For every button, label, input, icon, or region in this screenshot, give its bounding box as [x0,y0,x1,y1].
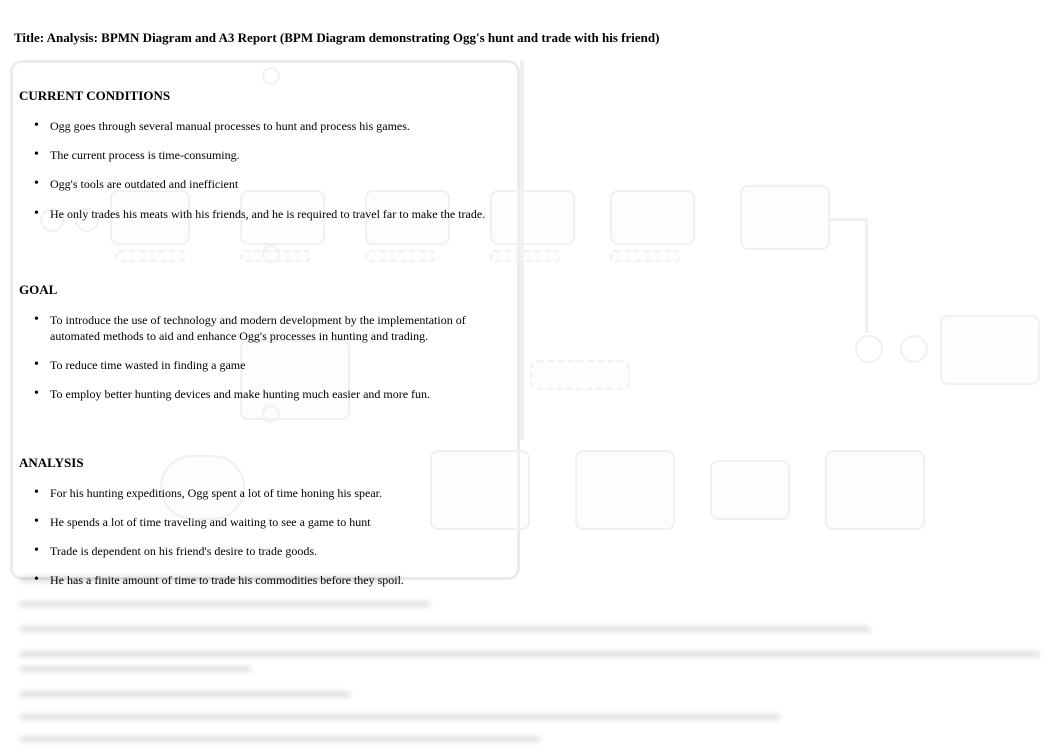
section-goal: GOAL To introduce the use of technology … [14,282,1048,403]
list-item: Ogg goes through several manual processe… [34,118,494,134]
list-analysis: For his hunting expeditions, Ogg spent a… [34,485,1048,589]
heading-current-conditions: CURRENT CONDITIONS [19,88,1048,104]
list-item: He only trades his meats with his friend… [34,206,494,222]
section-current-conditions: CURRENT CONDITIONS Ogg goes through seve… [14,88,1048,222]
list-item: The current process is time-consuming. [34,147,494,163]
list-goal: To introduce the use of technology and m… [34,312,1048,403]
blurred-line: ▬▬▬▬▬▬▬▬▬▬▬▬▬▬▬▬▬▬▬▬▬▬▬▬▬▬▬▬▬▬▬▬▬▬▬▬▬▬▬▬… [20,730,540,745]
list-item: To introduce the use of technology and m… [34,312,494,344]
blurred-line: ▬▬▬▬▬▬▬▬▬▬▬▬▬▬▬▬▬▬▬▬ [20,660,250,675]
list-item: To reduce time wasted in finding a game [34,357,494,373]
list-item: He spends a lot of time traveling and wa… [34,514,494,530]
blurred-line: ▬▬▬▬▬▬▬▬▬▬▬▬▬▬▬▬▬▬▬▬▬▬▬▬▬▬▬▬▬▬▬ [20,685,350,700]
list-item: He has a finite amount of time to trade … [34,572,494,588]
document-content: Title: Analysis: BPMN Diagram and A3 Rep… [0,0,1062,662]
list-current-conditions: Ogg goes through several manual processe… [34,118,1048,222]
list-item: Ogg's tools are outdated and inefficient [34,176,494,192]
page-title: Title: Analysis: BPMN Diagram and A3 Rep… [14,30,1048,46]
heading-analysis: ANALYSIS [19,455,1048,471]
list-item: For his hunting expeditions, Ogg spent a… [34,485,494,501]
heading-goal: GOAL [19,282,1048,298]
list-item: To employ better hunting devices and mak… [34,386,494,402]
blurred-line: ▬▬▬▬▬▬▬▬▬▬▬▬▬▬▬▬▬▬▬▬▬▬▬▬▬▬▬▬▬▬▬▬▬▬▬▬▬▬▬▬… [20,708,780,723]
section-analysis: ANALYSIS For his hunting expeditions, Og… [14,455,1048,589]
list-item: Trade is dependent on his friend's desir… [34,543,494,559]
